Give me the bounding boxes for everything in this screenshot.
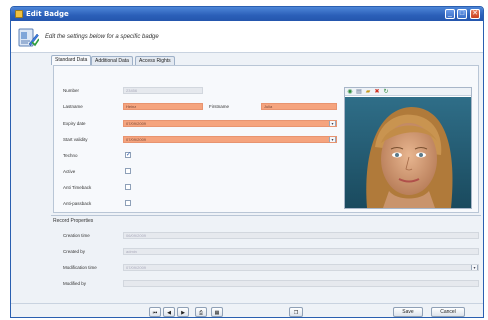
modification-time-dropdown-icon: ▾: [471, 265, 478, 270]
maximize-button[interactable]: □: [457, 9, 467, 19]
anti-passback-label: Anti-passback: [63, 201, 92, 206]
photo-panel: ◉ ▤ ▰ ✖ ↻: [344, 87, 472, 209]
modification-time-label: Modification time: [63, 265, 97, 270]
anti-timeback-checkbox[interactable]: [125, 184, 131, 190]
techno-checkbox[interactable]: [125, 151, 131, 158]
delete-icon[interactable]: ✖: [374, 89, 380, 95]
refresh-icon[interactable]: ↻: [383, 89, 389, 95]
anti-passback-checkbox[interactable]: [125, 200, 131, 206]
modification-time-field: 07/09/2009 ▾: [123, 264, 479, 271]
creation-time-field: 06/09/2009: [123, 232, 479, 239]
creation-time-label: Creation time: [63, 233, 90, 238]
record-properties-title: Record Properties: [53, 218, 94, 224]
close-button[interactable]: ✕: [470, 9, 480, 19]
active-label: Active: [63, 169, 76, 174]
minimize-button[interactable]: _: [445, 9, 455, 19]
active-checkbox[interactable]: [125, 168, 131, 174]
title-bar[interactable]: Edit Badge _ □ ✕: [11, 7, 483, 21]
expiry-date-label: Expiry date: [63, 121, 86, 126]
first-record-icon: ⏮: [152, 309, 158, 316]
number-field: 23456: [123, 87, 203, 94]
lastname-field[interactable]: Heinz: [123, 103, 203, 110]
badge-icon: [15, 10, 23, 18]
start-validity-dropdown-icon[interactable]: ▾: [329, 137, 336, 142]
camera-icon[interactable]: ◉: [347, 89, 353, 95]
expiry-date-field[interactable]: 07/09/2009 ▾: [123, 120, 337, 127]
export-icon: ▦: [214, 309, 220, 316]
tab-additional-data[interactable]: Additional Data: [91, 56, 133, 65]
modification-time-value: 07/09/2009: [126, 265, 147, 270]
number-label: Number: [63, 88, 80, 93]
dialog-footer: ⏮ ◀ ▶ ⎙ ▦ ❐ Save Cancel: [11, 303, 483, 317]
created-by-label: Created by: [63, 249, 86, 254]
dialog-header: Edit the settings below for a specific b…: [11, 21, 483, 53]
tab-access-rights[interactable]: Access Rights: [135, 56, 175, 65]
import-icon[interactable]: ▤: [356, 89, 362, 95]
photo-toolbar: ◉ ▤ ▰ ✖ ↻: [345, 88, 471, 96]
created-by-field: admin: [123, 248, 479, 255]
start-validity-label: Start validity: [63, 137, 88, 142]
previous-record-icon: ◀: [167, 309, 171, 316]
window-title: Edit Badge: [26, 10, 69, 18]
edit-badge-window: Edit Badge _ □ ✕ Edit the settings below…: [10, 6, 484, 318]
first-record-button[interactable]: ⏮: [149, 307, 161, 317]
lastname-label: Lastname: [63, 104, 83, 109]
copy-icon: ❐: [293, 309, 299, 316]
next-record-icon: ▶: [181, 309, 185, 316]
next-record-button[interactable]: ▶: [177, 307, 189, 317]
anti-timeback-label: Anti Timeback: [63, 185, 92, 190]
print-button[interactable]: ⎙: [195, 307, 207, 317]
techno-label: Techno: [63, 153, 78, 158]
badge-photo: [345, 97, 471, 208]
start-validity-field[interactable]: 07/09/2009 ▾: [123, 136, 337, 143]
modified-by-field: [123, 280, 479, 287]
expiry-date-value: 07/09/2009: [126, 121, 147, 126]
header-instructions: Edit the settings below for a specific b…: [45, 34, 159, 40]
export-button[interactable]: ▦: [211, 307, 223, 317]
copy-button[interactable]: ❐: [289, 307, 303, 317]
firstname-label: Firstname: [209, 104, 230, 109]
firstname-field[interactable]: Julia: [261, 103, 337, 110]
previous-record-button[interactable]: ◀: [163, 307, 175, 317]
badge-edit-icon: [18, 28, 39, 47]
tab-standard-data[interactable]: Standard Data: [51, 55, 92, 65]
print-icon: ⎙: [198, 309, 203, 316]
save-button[interactable]: Save: [393, 307, 423, 317]
expiry-date-dropdown-icon[interactable]: ▾: [329, 121, 336, 126]
folder-icon[interactable]: ▰: [365, 89, 371, 95]
start-validity-value: 07/09/2009: [126, 137, 147, 142]
cancel-button[interactable]: Cancel: [431, 307, 465, 317]
modified-by-label: Modified by: [63, 281, 87, 286]
